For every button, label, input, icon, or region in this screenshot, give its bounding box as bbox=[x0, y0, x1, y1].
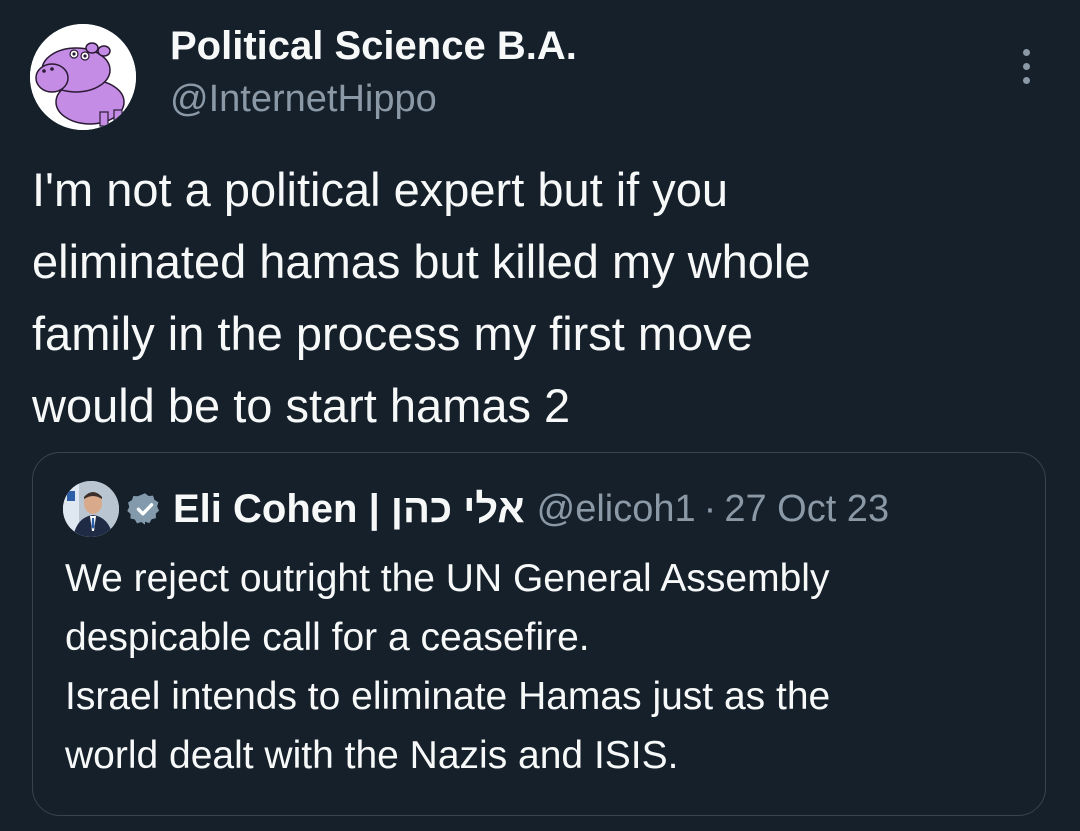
tweet-text: I'm not a political expert but if you el… bbox=[32, 163, 811, 432]
quoted-meta-separator: · bbox=[703, 487, 717, 530]
quoted-author-avatar[interactable] bbox=[63, 481, 119, 537]
quoted-author-display-name[interactable]: Eli Cohen | אלי כהן bbox=[173, 487, 525, 532]
purple-hippo-avatar-icon bbox=[30, 24, 136, 130]
quoted-tweet-card[interactable]: Eli Cohen | אלי כהן @elicoh1 · 27 Oct 23… bbox=[32, 452, 1046, 816]
quoted-tweet-date[interactable]: 27 Oct 23 bbox=[724, 488, 889, 531]
author-handle[interactable]: @InternetHippo bbox=[170, 74, 437, 124]
more-vertical-icon bbox=[1022, 48, 1030, 56]
author-display-name[interactable]: Political Science B.A. bbox=[170, 20, 577, 72]
author-avatar[interactable] bbox=[30, 24, 136, 130]
more-options-button[interactable] bbox=[1008, 44, 1044, 88]
person-avatar-icon bbox=[63, 481, 119, 537]
tweet: Political Science B.A. @InternetHippo I'… bbox=[0, 0, 1080, 831]
verified-badge-icon bbox=[127, 493, 160, 525]
more-vertical-icon-dot bbox=[1022, 76, 1030, 84]
quoted-tweet-header: Eli Cohen | אלי כהן @elicoh1 · 27 Oct 23 bbox=[63, 479, 889, 539]
quoted-author-handle[interactable]: @elicoh1 bbox=[537, 488, 696, 531]
quoted-tweet-text: We reject outright the UN General Assemb… bbox=[65, 557, 831, 777]
more-vertical-icon-dot bbox=[1022, 62, 1030, 70]
